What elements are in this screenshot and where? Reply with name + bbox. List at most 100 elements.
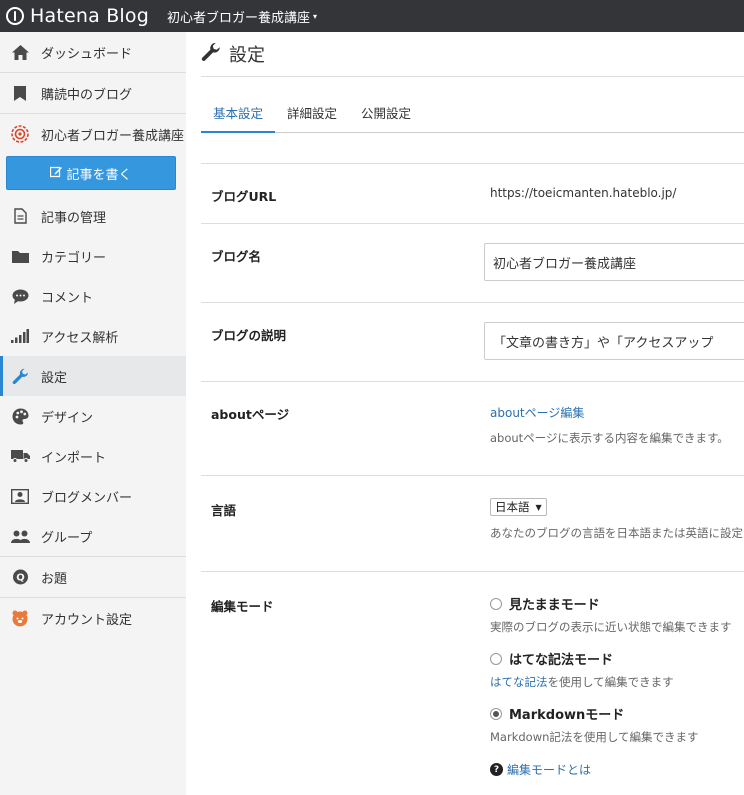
setting-row-blog-name: ブログ名 初心者ブロガー養成講座 [201,224,744,303]
document-icon [10,206,30,226]
sidebar-item-subscriptions[interactable]: 購読中のブログ [0,73,186,113]
sidebar-item-settings[interactable]: 設定 [0,356,186,396]
sidebar-item-articles[interactable]: 記事の管理 [0,196,186,236]
language-selected: 日本語 [495,500,530,514]
blog-switcher-label: 初心者ブロガー養成講座 [167,10,311,26]
account-icon [10,608,30,628]
write-article-button[interactable]: 記事を書く [6,156,176,190]
page-header: 設定 [201,32,744,77]
settings-form: ブログURL https://toeicmanten.hateblo.jp/ ブ… [201,163,744,795]
blog-icon [10,124,30,144]
sidebar-item-label: ブログメンバー [41,490,133,506]
option-help: Markdown記法を使用して編集できます [490,730,699,744]
sidebar-item-topics[interactable]: Q お題 [0,557,186,597]
sidebar-item-account[interactable]: アカウント設定 [0,598,186,638]
signal-icon [10,326,30,346]
about-page-edit-link[interactable]: aboutページ編集 [490,406,584,420]
option-help: はてな記法を使用して編集できます [490,674,744,690]
setting-row-blog-description: ブログの説明 「文章の書き方」や「アクセスアップ [201,303,744,382]
tab-publish-settings[interactable]: 公開設定 [349,103,423,132]
blog-name-input[interactable]: 初心者ブロガー養成講座 [484,243,744,281]
home-icon [10,42,30,62]
blog-description-input[interactable]: 「文章の書き方」や「アクセスアップ [484,322,744,360]
edit-mode-option-hatena: はてな記法モード はてな記法を使用して編集できます [490,649,744,690]
logo-text: Hatena Blog [30,5,149,27]
main-content: 設定 基本設定 詳細設定 公開設定 ブログURL https://toeicma… [201,32,744,795]
sidebar-item-label: コメント [41,290,94,306]
setting-label: 言語 [211,503,237,518]
question-icon: ? [490,763,503,776]
radio-button[interactable] [490,597,502,610]
hatena-blog-logo[interactable]: Hatena Blog [6,5,149,27]
palette-icon [10,406,30,426]
radio-label: Markdownモード [509,708,625,723]
sidebar-item-label: 記事の管理 [41,210,107,226]
hatena-notation-link[interactable]: はてな記法 [490,675,548,689]
language-help: あなたのブログの言語を日本語または英語に設定 [490,526,743,540]
sidebar-item-categories[interactable]: カテゴリー [0,236,186,276]
radio-button-checked[interactable] [490,707,502,720]
sidebar-item-import[interactable]: インポート [0,436,186,476]
hatena-logo-icon [6,7,24,25]
member-icon [10,486,30,506]
group-icon [10,526,30,546]
settings-tabs: 基本設定 詳細設定 公開設定 [201,77,744,133]
sidebar-item-label: ダッシュボード [41,46,133,62]
setting-label: aboutページ [211,407,290,422]
radio-button[interactable] [490,652,502,665]
sidebar-item-blog[interactable]: 初心者ブロガー養成講座 [0,114,186,154]
svg-text:Q: Q [16,572,25,583]
setting-label: ブログ名 [211,249,262,264]
radio-hatena[interactable]: はてな記法モード [490,649,744,668]
sidebar-item-label: お題 [41,571,68,587]
bookmark-icon [10,83,30,103]
sidebar-item-analytics[interactable]: アクセス解析 [0,316,186,356]
blog-switcher[interactable]: 初心者ブロガー養成講座 ▾ [167,7,317,26]
radio-label: 見たままモード [509,598,600,613]
comment-icon [10,286,30,306]
sidebar: ダッシュボード 購読中のブログ 初心者ブロガー養成講座 記事を書く 記事の管理 … [0,32,186,795]
sidebar-item-design[interactable]: デザイン [0,396,186,436]
sidebar-item-label: カテゴリー [41,250,107,266]
edit-icon [50,166,63,181]
tab-advanced-settings[interactable]: 詳細設定 [275,103,349,132]
blog-url-value: https://toeicmanten.hateblo.jp/ [490,186,677,200]
edit-mode-option-markdown: Markdownモード Markdown記法を使用して編集できます [490,704,744,745]
caret-down-icon: ▾ [313,11,318,21]
tab-basic-settings[interactable]: 基本設定 [201,103,276,133]
sidebar-item-groups[interactable]: グループ [0,516,186,556]
edit-mode-help-link-text[interactable]: 編集モードとは [507,761,591,778]
setting-row-about-page: aboutページ aboutページ編集 aboutページに表示する内容を編集でき… [201,382,744,476]
edit-mode-help-link[interactable]: ? 編集モードとは [490,761,744,778]
triangle-down-icon: ▼ [535,502,542,512]
radio-wysiwyg[interactable]: 見たままモード [490,594,744,613]
sidebar-item-label: 初心者ブロガー養成講座 [41,128,185,144]
setting-label: ブログの説明 [211,328,287,343]
setting-label: ブログURL [211,189,277,204]
sidebar-item-label: アクセス解析 [41,330,119,346]
sidebar-lower-group: グループ Q お題 アカウント設定 [0,516,186,638]
wrench-icon [10,366,30,386]
setting-label: 編集モード [211,599,274,614]
option-help-text: を使用して編集できます [547,675,674,689]
folder-icon [10,246,30,266]
option-help: 実際のブログの表示に近い状態で編集できます [490,620,732,634]
sidebar-item-label: アカウント設定 [41,612,133,628]
write-article-label: 記事を書く [66,167,132,183]
sidebar-item-label: グループ [41,530,93,546]
sidebar-item-label: インポート [41,450,107,466]
language-select[interactable]: 日本語 ▼ [490,498,547,516]
sidebar-item-label: 設定 [41,370,68,386]
sidebar-item-members[interactable]: ブログメンバー [0,476,186,516]
setting-row-language: 言語 日本語 ▼ あなたのブログの言語を日本語または英語に設定 [201,476,744,572]
truck-icon [10,446,30,466]
radio-label: はてな記法モード [509,653,614,668]
wrench-icon [201,42,221,67]
page-title: 設定 [229,45,265,66]
about-page-help: aboutページに表示する内容を編集できます。 [490,431,729,445]
sidebar-item-dashboard[interactable]: ダッシュボード [0,32,186,72]
radio-markdown[interactable]: Markdownモード [490,704,744,723]
sidebar-item-label: 購読中のブログ [41,87,133,103]
sidebar-item-comments[interactable]: コメント [0,276,186,316]
top-bar: Hatena Blog 初心者ブロガー養成講座 ▾ [0,0,744,32]
